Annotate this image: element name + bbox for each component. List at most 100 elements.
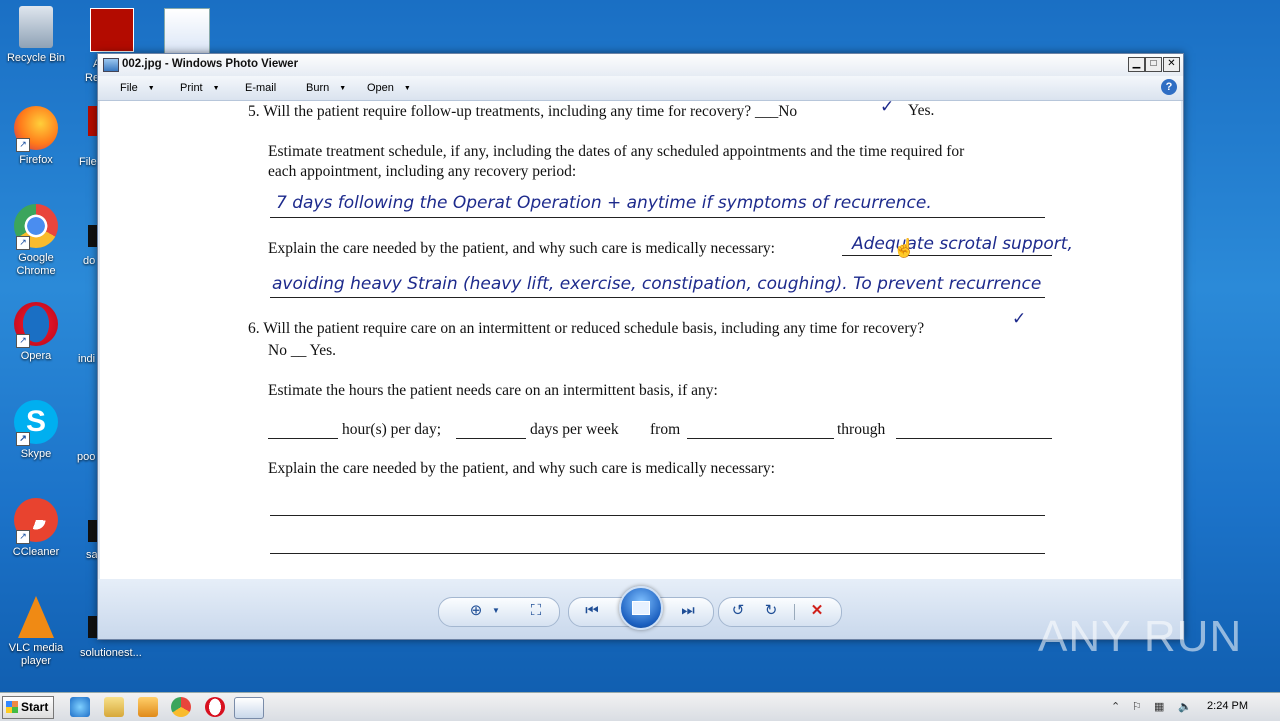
vlc-label: VLC media player [8,642,64,667]
rotate-clockwise-icon[interactable]: ↻ [761,602,781,620]
next-icon[interactable]: ⏭ [678,602,698,620]
word-doc-icon[interactable] [164,8,210,54]
network-icon[interactable]: ▦ [1154,700,1164,713]
opera-shortcut[interactable]: ↗ Opera [0,302,72,363]
delete-icon[interactable]: ✕ [807,602,827,620]
handwritten-checkmark: ✓ [880,101,895,117]
skype-shortcut[interactable]: S ↗ Skype [0,400,72,461]
menu-print-label: Print [180,82,203,94]
scanned-document: 5. Will the patient require follow-up tr… [100,101,1181,579]
shortcut-arrow-icon: ↗ [16,236,30,250]
answer-line [270,297,1045,298]
firefox-shortcut[interactable]: ↗ Firefox [0,106,72,167]
image-viewport[interactable]: 5. Will the patient require follow-up tr… [100,101,1181,579]
hours-per-day-label: hour(s) per day; [342,421,441,438]
menu-file-label: File [120,82,138,94]
blank-line [456,438,526,439]
partial-label: sa [86,549,98,561]
estimate-schedule-line2: each appointment, including any recovery… [268,163,577,180]
help-icon[interactable]: ? [1161,79,1177,95]
question-5-yes: Yes. [908,102,935,119]
shortcut-arrow-icon: ↗ [16,530,30,544]
chevron-down-icon: ▼ [147,85,155,92]
file-explorer-icon[interactable] [104,697,124,717]
opera-taskbar-icon[interactable] [205,697,225,717]
photo-viewer-window: 002.jpg - Windows Photo Viewer ▁ □ ✕ Fil… [97,53,1184,640]
question-6: 6. Will the patient require care on an i… [248,320,925,337]
internet-explorer-icon[interactable] [70,697,90,717]
through-label: through [837,421,886,438]
window-title: 002.jpg - Windows Photo Viewer [122,58,299,70]
partial-label: File [79,156,97,168]
estimate-hours: Estimate the hours the patient needs car… [268,382,718,399]
days-per-week-label: days per week [530,421,619,438]
recycle-bin-label: Recycle Bin [6,52,66,64]
question-6-no-yes: No __ Yes. [268,342,337,359]
handwritten-schedule-answer: 7 days following the Operat Operation + … [276,193,932,213]
previous-icon[interactable]: ⏮ [582,602,602,620]
chevron-down-icon: ▼ [339,85,347,92]
close-button[interactable]: ✕ [1163,57,1180,72]
blank-line [270,515,1045,516]
menu-print[interactable]: Print ▼ [180,82,220,94]
skype-icon: S ↗ [14,400,58,446]
opera-icon: ↗ [14,302,58,348]
chrome-taskbar-icon[interactable] [171,697,191,717]
show-hidden-icons-icon[interactable]: ⌃ [1111,700,1120,713]
maximize-button[interactable]: □ [1145,57,1162,72]
question-5: 5. Will the patient require follow-up tr… [248,103,798,120]
menu-email-label: E-mail [245,82,277,94]
explain-care-1: Explain the care needed by the patient, … [268,240,775,257]
chevron-down-icon: ▼ [403,85,411,92]
photo-viewer-app-icon [103,58,119,72]
photo-viewer-taskbar-icon[interactable] [234,697,264,719]
ccleaner-shortcut[interactable]: ↗ CCleaner [0,498,72,559]
recycle-bin-icon[interactable]: Recycle Bin [0,6,72,65]
menu-email[interactable]: E-mail [245,82,276,94]
handwritten-care-answer-2: avoiding heavy Strain (heavy lift, exerc… [272,274,1042,294]
slideshow-button[interactable] [619,586,663,630]
partial-icon [88,616,97,638]
action-center-flag-icon[interactable]: ⚐ [1132,700,1142,713]
menu-burn[interactable]: Burn ▼ [306,82,346,94]
firefox-icon: ↗ [14,106,58,152]
partial-label: indi [78,353,96,365]
taskbar: Start ⌃ ⚐ ▦ 🔈 2:24 PM [0,692,1280,721]
playback-controls: ⊕ ▼ ⛶ ⏮ ⏭ ↺ ↻ ✕ [98,579,1183,639]
menu-open-label: Open [367,82,394,94]
start-button[interactable]: Start [2,696,54,719]
menu-open[interactable]: Open ▼ [367,82,411,94]
chrome-label: Google Chrome [16,252,56,277]
partial-label: poo [77,451,96,463]
handwritten-checkmark: ✓ [1012,309,1027,329]
hand-cursor-icon: ☝ [893,238,916,258]
answer-line [842,255,1052,256]
anyrun-watermark: ANY RUN [1038,612,1243,661]
blank-line [268,438,338,439]
volume-icon[interactable]: 🔈 [1178,700,1192,713]
zoom-icon[interactable]: ⊕ [466,602,486,620]
chrome-shortcut[interactable]: ↗ Google Chrome [0,204,72,278]
clock[interactable]: 2:24 PM [1207,700,1248,712]
vlc-shortcut[interactable]: VLC media player [0,596,72,668]
shortcut-arrow-icon: ↗ [16,334,30,348]
start-label: Start [21,700,49,714]
blank-line [687,438,834,439]
actual-size-icon[interactable]: ⛶ [526,602,546,620]
partial-label: solutionest... [80,647,142,659]
vlc-cone-icon [18,596,54,638]
handwritten-care-answer-1: Adequate scrotal support, [852,234,1073,254]
ccleaner-icon: ↗ [14,498,58,544]
skype-label: Skype [20,448,52,460]
title-bar[interactable]: 002.jpg - Windows Photo Viewer ▁ □ ✕ [98,54,1183,76]
from-label: from [650,421,681,438]
minimize-button[interactable]: ▁ [1128,57,1145,72]
rotate-counterclockwise-icon[interactable]: ↺ [728,602,748,620]
menu-file[interactable]: File ▼ [120,82,155,94]
firefox-label: Firefox [19,154,53,166]
partial-label: do [83,255,96,267]
media-player-icon[interactable] [138,697,158,717]
acrobat-icon[interactable] [90,8,134,52]
zoom-chevron-down-icon[interactable]: ▼ [486,602,506,620]
chevron-down-icon: ▼ [212,85,220,92]
